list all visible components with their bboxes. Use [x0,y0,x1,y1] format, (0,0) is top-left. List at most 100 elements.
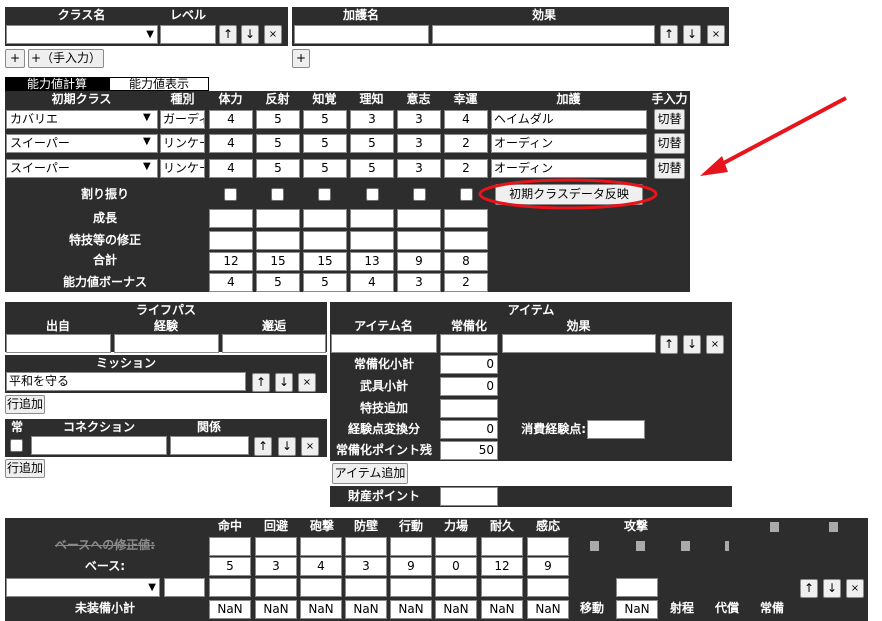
relation-header: 関係 [169,419,249,435]
connection-header: コネクション [31,419,167,435]
base-mod-input[interactable] [255,537,297,556]
equip-subtotal-value: 0 [440,355,498,374]
base-mod-input[interactable] [390,537,432,556]
item-down-button[interactable]: ↓ [683,335,701,354]
highlight-ellipse [478,178,658,210]
move-value: NaN [616,600,658,619]
mission-delete-button[interactable]: × [298,373,316,392]
equip-stat-input[interactable] [435,578,477,597]
equip-down-button[interactable]: ↓ [823,579,841,598]
combat-header-square-icon [829,522,838,532]
unequipped-value: NaN [435,600,477,619]
exp-convert-value[interactable]: 0 [440,420,498,439]
skill-add-value[interactable] [440,399,498,418]
encounter-input[interactable] [222,334,326,353]
item-delete-button[interactable]: × [706,335,724,354]
connection-input[interactable] [31,436,167,455]
chevron-down-icon: ▼ [148,582,156,593]
item-effect-input[interactable] [502,334,656,353]
equip-up-button[interactable]: ↑ [800,579,818,598]
equip-delete-button[interactable]: × [846,579,864,598]
equip-stat-input[interactable] [390,578,432,597]
square-icon [725,541,729,551]
mission-down-button[interactable]: ↓ [275,373,293,392]
base-modifier-label: ベースへの修正値: [54,538,156,552]
equip-stat-input[interactable] [300,578,342,597]
lifepath-title: ライフパス [5,302,327,318]
connection-add-row-button[interactable]: 行追加 [5,459,45,478]
equipment-select[interactable]: ▼ [6,578,160,597]
base-label: ベース: [84,559,126,573]
base-value: 9 [390,557,432,576]
base-mod-input[interactable] [209,537,251,556]
combat-header-square-icon [770,522,779,532]
connection-always-checkbox[interactable] [10,439,23,452]
item-name-header: アイテム名 [330,318,437,334]
add-item-button[interactable]: アイテム追加 [332,463,408,484]
base-value: 0 [435,557,477,576]
equipment-input[interactable] [164,578,205,597]
item-effect-header: 効果 [501,318,656,334]
cost-label: 代償 [714,601,739,615]
arrow-head-icon [700,156,728,176]
asset-points-value [440,487,498,506]
equip-stat-input[interactable] [345,578,387,597]
origin-input[interactable] [6,334,111,353]
mission-input[interactable]: 平和を守る [6,372,246,391]
exp-convert-label: 経験点変換分 [347,422,420,436]
item-up-button[interactable]: ↑ [660,335,678,354]
skill-add-label: 特技追加 [359,401,408,415]
unequipped-value: NaN [481,600,523,619]
base-mod-input[interactable] [527,537,569,556]
combat-header-shoot: 砲撃 [300,518,344,534]
square-icon [681,541,690,551]
connection-always-header: 常 [5,419,29,435]
mission-header: ミッション [5,355,247,371]
combat-header-attack: 攻撃 [614,518,658,534]
unequipped-value: NaN [209,600,251,619]
base-mod-input[interactable] [345,537,387,556]
unequipped-value: NaN [255,600,297,619]
square-icon [590,541,599,551]
origin-header: 出自 [5,318,111,334]
encounter-header: 邂逅 [221,318,327,334]
base-value: 4 [300,557,342,576]
base-mod-input[interactable] [300,537,342,556]
equip-stat-input[interactable] [527,578,569,597]
base-mod-input[interactable] [481,537,523,556]
base-value: 9 [527,557,569,576]
combat-header-hit: 命中 [208,518,252,534]
range-label: 射程 [669,601,694,615]
square-icon [636,541,645,551]
experience-input[interactable] [114,334,219,353]
connection-delete-button[interactable]: × [301,437,319,456]
base-value: 3 [345,557,387,576]
asset-points-label: 財産ポイント [347,489,420,503]
base-value: 5 [209,557,251,576]
weapon-subtotal-label: 武具小計 [359,379,408,393]
equip-stat-input[interactable] [209,578,251,597]
equip-points-left-label: 常備化ポイント残 [335,443,432,457]
connection-down-button[interactable]: ↓ [278,437,296,456]
annotation-arrow [717,96,847,168]
mission-up-button[interactable]: ↑ [252,373,270,392]
base-mod-input[interactable] [435,537,477,556]
combat-header-dodge: 回避 [254,518,298,534]
combat-header-action: 行動 [389,518,433,534]
unequipped-value: NaN [300,600,342,619]
mission-add-row-button[interactable]: 行追加 [5,395,45,414]
item-equip-header: 常備化 [439,318,499,334]
equip-stat-input[interactable] [255,578,297,597]
item-name-input[interactable] [331,334,437,353]
item-equip-input[interactable] [440,334,498,353]
relation-input[interactable] [170,436,249,455]
weapon-subtotal-value: 0 [440,377,498,396]
connection-up-button[interactable]: ↑ [254,437,272,456]
unequipped-value: NaN [527,600,569,619]
combat-header-barrier: 防壁 [344,518,388,534]
equip-label: 常備 [759,601,784,615]
move-label: 移動 [579,601,604,615]
unequipped-value: NaN [390,600,432,619]
attack-input[interactable] [616,578,658,597]
equip-stat-input[interactable] [481,578,523,597]
